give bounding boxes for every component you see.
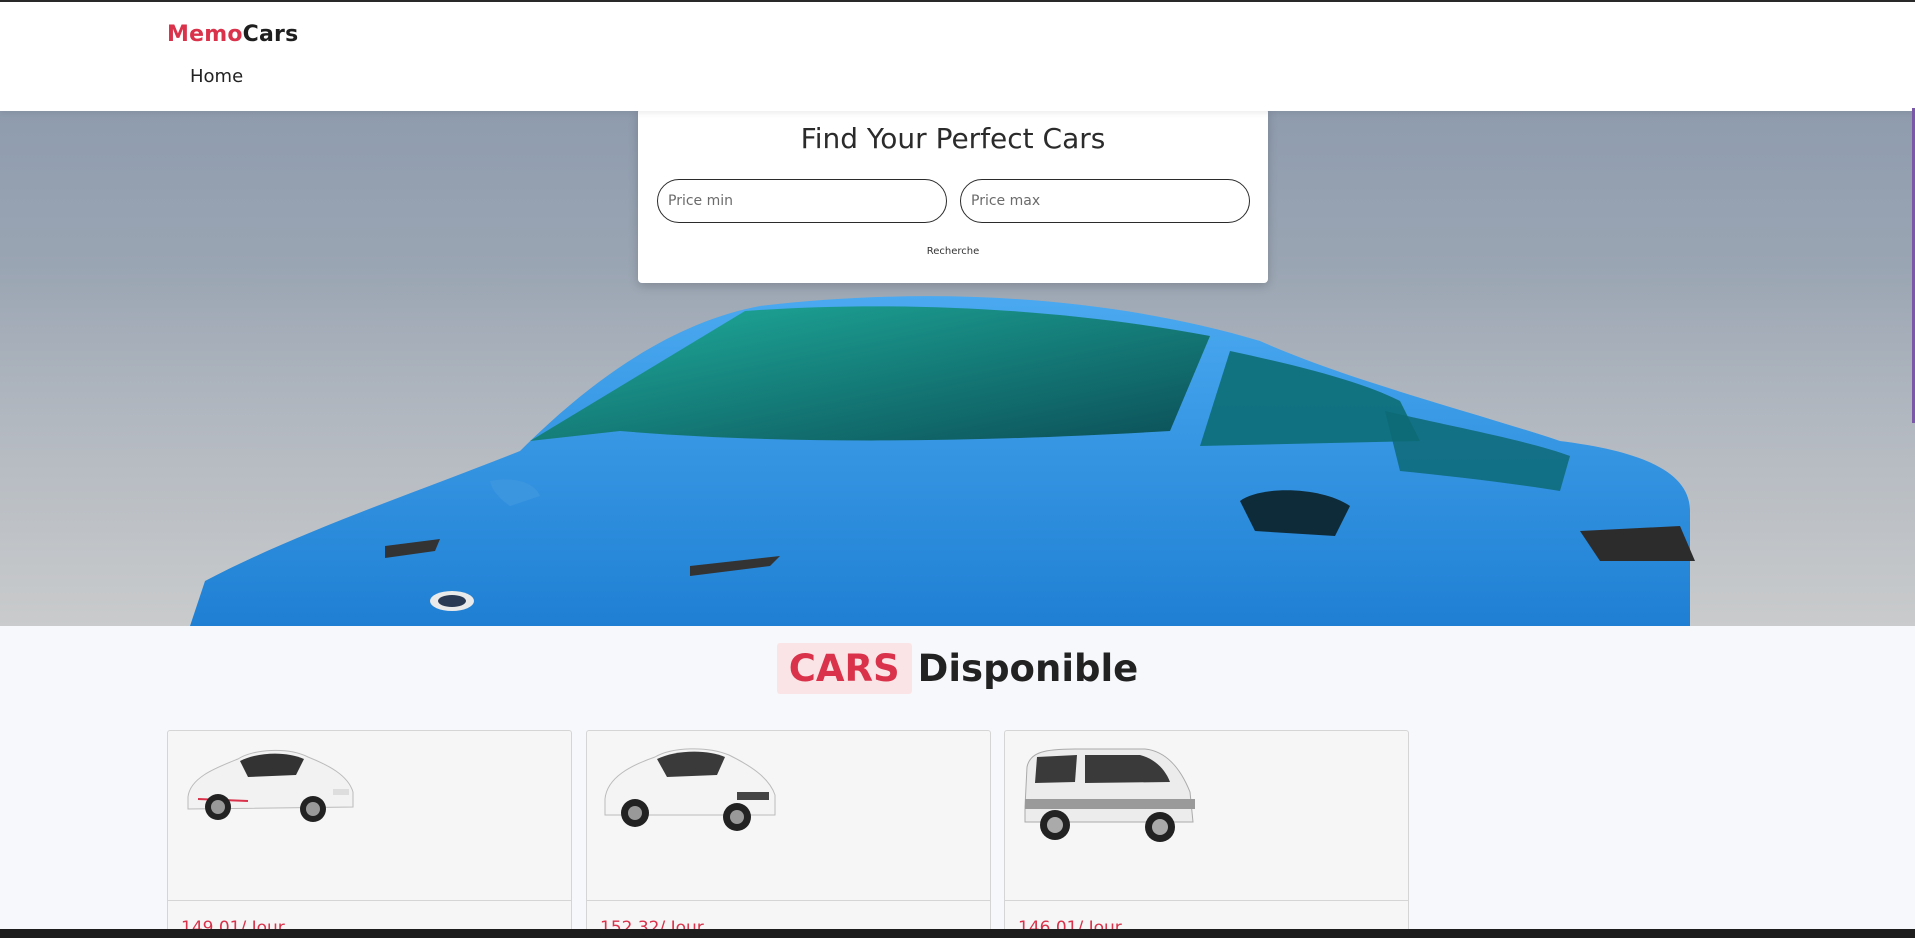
car-image-area bbox=[168, 731, 571, 901]
car-thumbnail-hyundai bbox=[604, 748, 776, 831]
car-thumbnail-kia bbox=[187, 749, 354, 822]
section-heading-highlight: CARS bbox=[776, 643, 912, 694]
search-button[interactable]: Recherche bbox=[638, 246, 1268, 257]
nav-link-home[interactable]: Home bbox=[190, 66, 243, 87]
section-heading: CARS Disponible bbox=[0, 643, 1915, 694]
section-heading-text: Disponible bbox=[917, 647, 1139, 690]
navbar: MemoCars Home bbox=[0, 2, 1915, 111]
car-card[interactable]: 146.01/ Jour bbox=[1004, 730, 1409, 938]
price-min-input[interactable] bbox=[657, 179, 947, 223]
brand-part-2: Cars bbox=[242, 22, 299, 47]
car-image-area bbox=[587, 731, 990, 901]
window-bottom-border bbox=[0, 929, 1915, 938]
search-panel: Find Your Perfect Cars Recherche bbox=[638, 108, 1268, 283]
car-image-area bbox=[1005, 731, 1408, 901]
brand-logo[interactable]: MemoCars bbox=[167, 22, 298, 47]
search-title: Find Your Perfect Cars bbox=[800, 122, 1106, 155]
car-thumbnail-fiat bbox=[1024, 748, 1195, 842]
brand-part-1: Memo bbox=[167, 22, 243, 47]
car-card[interactable]: 149.01/ Jour bbox=[167, 730, 572, 938]
price-max-input[interactable] bbox=[960, 179, 1250, 223]
car-card[interactable]: 152.32/ Jour bbox=[586, 730, 991, 938]
